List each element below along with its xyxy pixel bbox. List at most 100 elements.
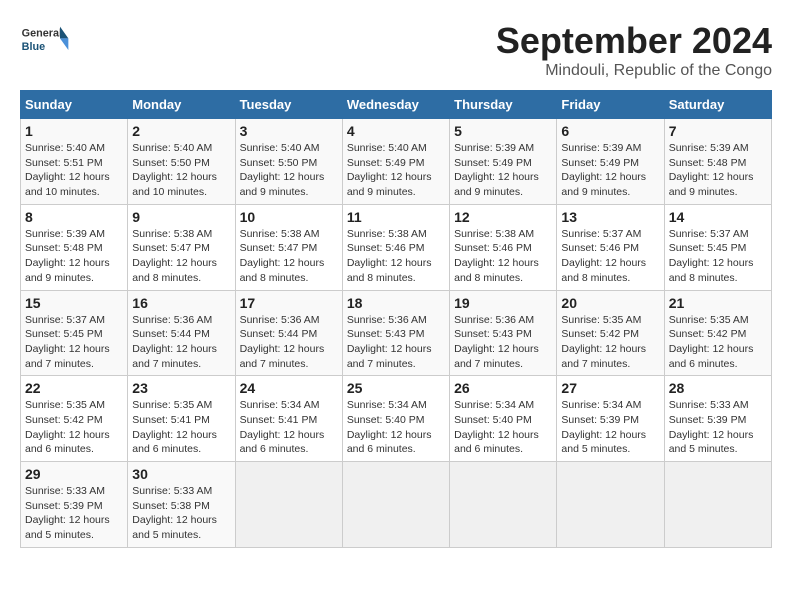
header-friday: Friday	[557, 91, 664, 119]
day-info: Sunrise: 5:37 AM Sunset: 5:46 PM Dayligh…	[561, 227, 659, 286]
day-cell-16: 16 Sunrise: 5:36 AM Sunset: 5:44 PM Dayli…	[128, 290, 235, 376]
day-info: Sunrise: 5:38 AM Sunset: 5:46 PM Dayligh…	[347, 227, 445, 286]
header-row: SundayMondayTuesdayWednesdayThursdayFrid…	[21, 91, 772, 119]
day-cell-3: 3 Sunrise: 5:40 AM Sunset: 5:50 PM Daylig…	[235, 119, 342, 205]
day-number: 23	[132, 380, 230, 396]
day-number: 27	[561, 380, 659, 396]
day-cell-28: 28 Sunrise: 5:33 AM Sunset: 5:39 PM Dayli…	[664, 376, 771, 462]
week-row-5: 29 Sunrise: 5:33 AM Sunset: 5:39 PM Dayli…	[21, 462, 772, 548]
day-number: 19	[454, 295, 552, 311]
day-cell-4: 4 Sunrise: 5:40 AM Sunset: 5:49 PM Daylig…	[342, 119, 449, 205]
day-info: Sunrise: 5:36 AM Sunset: 5:44 PM Dayligh…	[132, 313, 230, 372]
week-row-3: 15 Sunrise: 5:37 AM Sunset: 5:45 PM Dayli…	[21, 290, 772, 376]
day-info: Sunrise: 5:36 AM Sunset: 5:43 PM Dayligh…	[347, 313, 445, 372]
day-number: 24	[240, 380, 338, 396]
day-info: Sunrise: 5:35 AM Sunset: 5:42 PM Dayligh…	[561, 313, 659, 372]
header-wednesday: Wednesday	[342, 91, 449, 119]
day-number: 28	[669, 380, 767, 396]
day-info: Sunrise: 5:38 AM Sunset: 5:46 PM Dayligh…	[454, 227, 552, 286]
header: General Blue September 2024 Mindouli, Re…	[20, 20, 772, 80]
svg-text:Blue: Blue	[22, 41, 45, 53]
day-info: Sunrise: 5:33 AM Sunset: 5:38 PM Dayligh…	[132, 484, 230, 543]
day-number: 8	[25, 209, 123, 225]
day-cell-22: 22Sunrise: 5:35 AM Sunset: 5:42 PM Dayli…	[21, 376, 128, 462]
day-cell-25: 25Sunrise: 5:34 AM Sunset: 5:40 PM Dayli…	[342, 376, 449, 462]
day-info: Sunrise: 5:36 AM Sunset: 5:44 PM Dayligh…	[240, 313, 338, 372]
day-info: Sunrise: 5:33 AM Sunset: 5:39 PM Dayligh…	[25, 484, 123, 543]
day-info: Sunrise: 5:39 AM Sunset: 5:49 PM Dayligh…	[454, 141, 552, 200]
day-info: Sunrise: 5:33 AM Sunset: 5:39 PM Dayligh…	[669, 398, 767, 457]
day-cell-1: 1 Sunrise: 5:40 AM Sunset: 5:51 PM Daylig…	[21, 119, 128, 205]
day-info: Sunrise: 5:34 AM Sunset: 5:40 PM Dayligh…	[454, 398, 552, 457]
header-sunday: Sunday	[21, 91, 128, 119]
day-cell-27: 27 Sunrise: 5:34 AM Sunset: 5:39 PM Dayli…	[557, 376, 664, 462]
day-cell-7: 7Sunrise: 5:39 AM Sunset: 5:48 PM Daylig…	[664, 119, 771, 205]
svg-text:General: General	[22, 28, 62, 40]
day-info: Sunrise: 5:40 AM Sunset: 5:50 PM Dayligh…	[240, 141, 338, 200]
day-number: 30	[132, 466, 230, 482]
header-monday: Monday	[128, 91, 235, 119]
day-cell-23: 23Sunrise: 5:35 AM Sunset: 5:41 PM Dayli…	[128, 376, 235, 462]
day-cell-11: 11 Sunrise: 5:38 AM Sunset: 5:46 PM Dayli…	[342, 204, 449, 290]
day-info: Sunrise: 5:39 AM Sunset: 5:48 PM Dayligh…	[669, 141, 767, 200]
header-saturday: Saturday	[664, 91, 771, 119]
day-number: 14	[669, 209, 767, 225]
day-number: 15	[25, 295, 123, 311]
day-number: 3	[240, 123, 338, 139]
day-number: 25	[347, 380, 445, 396]
day-cell-8: 8 Sunrise: 5:39 AM Sunset: 5:48 PM Daylig…	[21, 204, 128, 290]
day-info: Sunrise: 5:40 AM Sunset: 5:49 PM Dayligh…	[347, 141, 445, 200]
day-cell-19: 19 Sunrise: 5:36 AM Sunset: 5:43 PM Dayli…	[450, 290, 557, 376]
day-number: 6	[561, 123, 659, 139]
day-cell-13: 13 Sunrise: 5:37 AM Sunset: 5:46 PM Dayli…	[557, 204, 664, 290]
day-cell-30: 30 Sunrise: 5:33 AM Sunset: 5:38 PM Dayli…	[128, 462, 235, 548]
day-info: Sunrise: 5:34 AM Sunset: 5:41 PM Dayligh…	[240, 398, 338, 457]
day-number: 16	[132, 295, 230, 311]
day-number: 4	[347, 123, 445, 139]
day-cell-29: 29 Sunrise: 5:33 AM Sunset: 5:39 PM Dayli…	[21, 462, 128, 548]
day-number: 9	[132, 209, 230, 225]
day-info: Sunrise: 5:39 AM Sunset: 5:49 PM Dayligh…	[561, 141, 659, 200]
day-number: 2	[132, 123, 230, 139]
day-cell-5: 5Sunrise: 5:39 AM Sunset: 5:49 PM Daylig…	[450, 119, 557, 205]
day-info: Sunrise: 5:39 AM Sunset: 5:48 PM Dayligh…	[25, 227, 123, 286]
day-info: Sunrise: 5:37 AM Sunset: 5:45 PM Dayligh…	[669, 227, 767, 286]
day-cell-20: 20Sunrise: 5:35 AM Sunset: 5:42 PM Dayli…	[557, 290, 664, 376]
header-tuesday: Tuesday	[235, 91, 342, 119]
week-row-1: 1 Sunrise: 5:40 AM Sunset: 5:51 PM Daylig…	[21, 119, 772, 205]
day-cell-6: 6 Sunrise: 5:39 AM Sunset: 5:49 PM Daylig…	[557, 119, 664, 205]
logo: General Blue	[20, 20, 74, 60]
day-cell-2: 2 Sunrise: 5:40 AM Sunset: 5:50 PM Daylig…	[128, 119, 235, 205]
day-number: 11	[347, 209, 445, 225]
day-number: 22	[25, 380, 123, 396]
week-row-2: 8 Sunrise: 5:39 AM Sunset: 5:48 PM Daylig…	[21, 204, 772, 290]
location-title: Mindouli, Republic of the Congo	[496, 62, 772, 80]
day-info: Sunrise: 5:37 AM Sunset: 5:45 PM Dayligh…	[25, 313, 123, 372]
week-row-4: 22Sunrise: 5:35 AM Sunset: 5:42 PM Dayli…	[21, 376, 772, 462]
day-info: Sunrise: 5:40 AM Sunset: 5:50 PM Dayligh…	[132, 141, 230, 200]
day-cell-9: 9Sunrise: 5:38 AM Sunset: 5:47 PM Daylig…	[128, 204, 235, 290]
day-cell-18: 18 Sunrise: 5:36 AM Sunset: 5:43 PM Dayli…	[342, 290, 449, 376]
empty-cell	[664, 462, 771, 548]
empty-cell	[557, 462, 664, 548]
day-info: Sunrise: 5:36 AM Sunset: 5:43 PM Dayligh…	[454, 313, 552, 372]
logo-svg: General Blue	[20, 20, 70, 60]
day-number: 13	[561, 209, 659, 225]
empty-cell	[342, 462, 449, 548]
day-cell-14: 14 Sunrise: 5:37 AM Sunset: 5:45 PM Dayli…	[664, 204, 771, 290]
day-info: Sunrise: 5:40 AM Sunset: 5:51 PM Dayligh…	[25, 141, 123, 200]
day-number: 29	[25, 466, 123, 482]
day-cell-15: 15 Sunrise: 5:37 AM Sunset: 5:45 PM Dayli…	[21, 290, 128, 376]
day-cell-17: 17Sunrise: 5:36 AM Sunset: 5:44 PM Dayli…	[235, 290, 342, 376]
day-number: 26	[454, 380, 552, 396]
empty-cell	[235, 462, 342, 548]
day-number: 10	[240, 209, 338, 225]
day-number: 18	[347, 295, 445, 311]
day-cell-10: 10 Sunrise: 5:38 AM Sunset: 5:47 PM Dayli…	[235, 204, 342, 290]
day-number: 1	[25, 123, 123, 139]
day-cell-21: 21Sunrise: 5:35 AM Sunset: 5:42 PM Dayli…	[664, 290, 771, 376]
day-info: Sunrise: 5:38 AM Sunset: 5:47 PM Dayligh…	[240, 227, 338, 286]
day-info: Sunrise: 5:34 AM Sunset: 5:39 PM Dayligh…	[561, 398, 659, 457]
day-cell-12: 12Sunrise: 5:38 AM Sunset: 5:46 PM Dayli…	[450, 204, 557, 290]
header-thursday: Thursday	[450, 91, 557, 119]
